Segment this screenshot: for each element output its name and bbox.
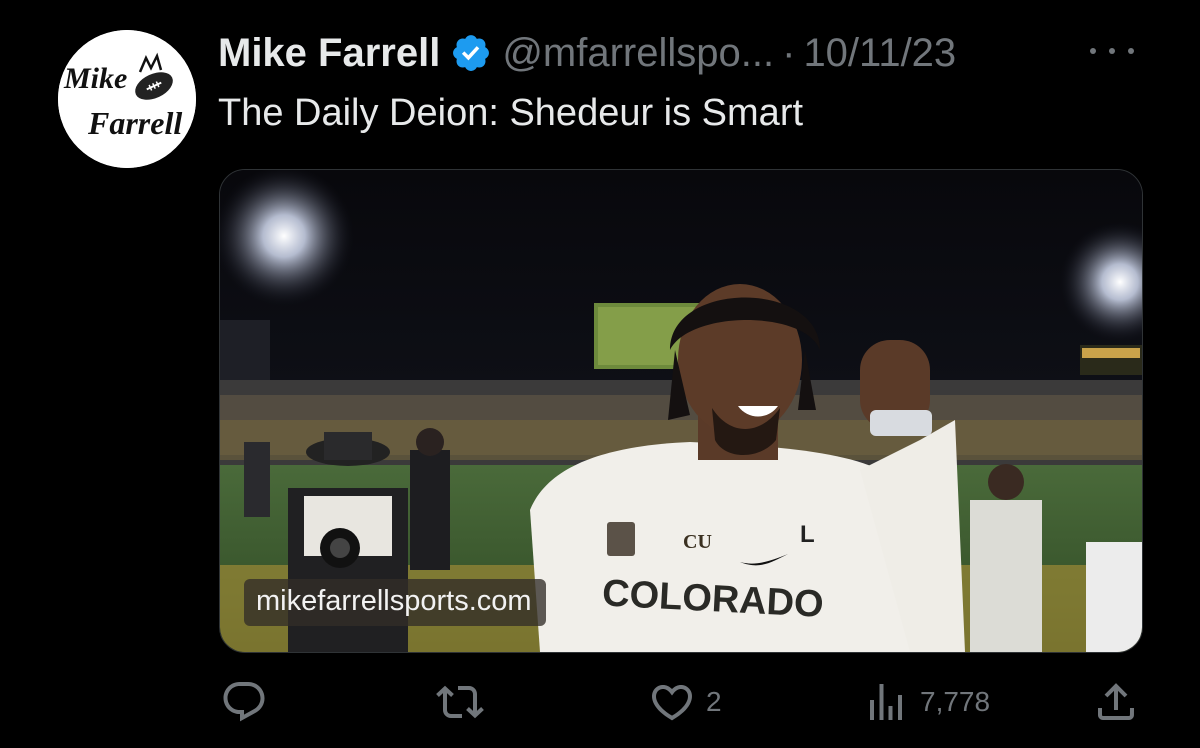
separator-dot: · [782,30,796,75]
views-chart-icon [870,684,902,720]
like-button[interactable]: 2 [648,672,722,732]
jersey-logo-text: CU [683,531,712,553]
tweet-header: Mike Farrell @mfarrellspo... · 10/11/23 [218,28,956,78]
avatar-text-line1: Mike [63,62,127,95]
jersey-letter-text: L [800,521,815,548]
media-watermark: mikefarrellsports.com [244,579,546,626]
author-avatar[interactable]: Mike Farrell [58,30,196,168]
views-button[interactable]: 7,778 [862,672,990,732]
reply-icon [223,682,265,722]
tweet-media-photo[interactable]: CU L COLORADO mikefarrellsports.com [219,169,1143,653]
author-handle[interactable]: @mfarrellspo... [502,31,774,76]
author-display-name[interactable]: Mike Farrell [218,31,440,76]
more-options-icon[interactable] [1090,36,1134,66]
retweet-icon [436,685,484,719]
reply-button[interactable] [220,672,278,732]
share-button[interactable] [1092,672,1140,732]
retweet-button[interactable] [436,672,494,732]
heart-icon [651,685,693,721]
share-upload-icon [1098,683,1134,720]
like-count: 2 [706,686,722,717]
tweet-text: The Daily Deion: Shedeur is Smart [218,92,804,134]
avatar-text-line2: Farrell [87,105,182,141]
views-count: 7,778 [920,686,991,717]
avatar-logo: Mike Farrell [58,30,196,168]
tweet-date[interactable]: 10/11/23 [803,31,956,76]
tweet-action-bar: 2 7,778 [0,672,1200,732]
verified-badge-icon[interactable] [450,32,492,74]
